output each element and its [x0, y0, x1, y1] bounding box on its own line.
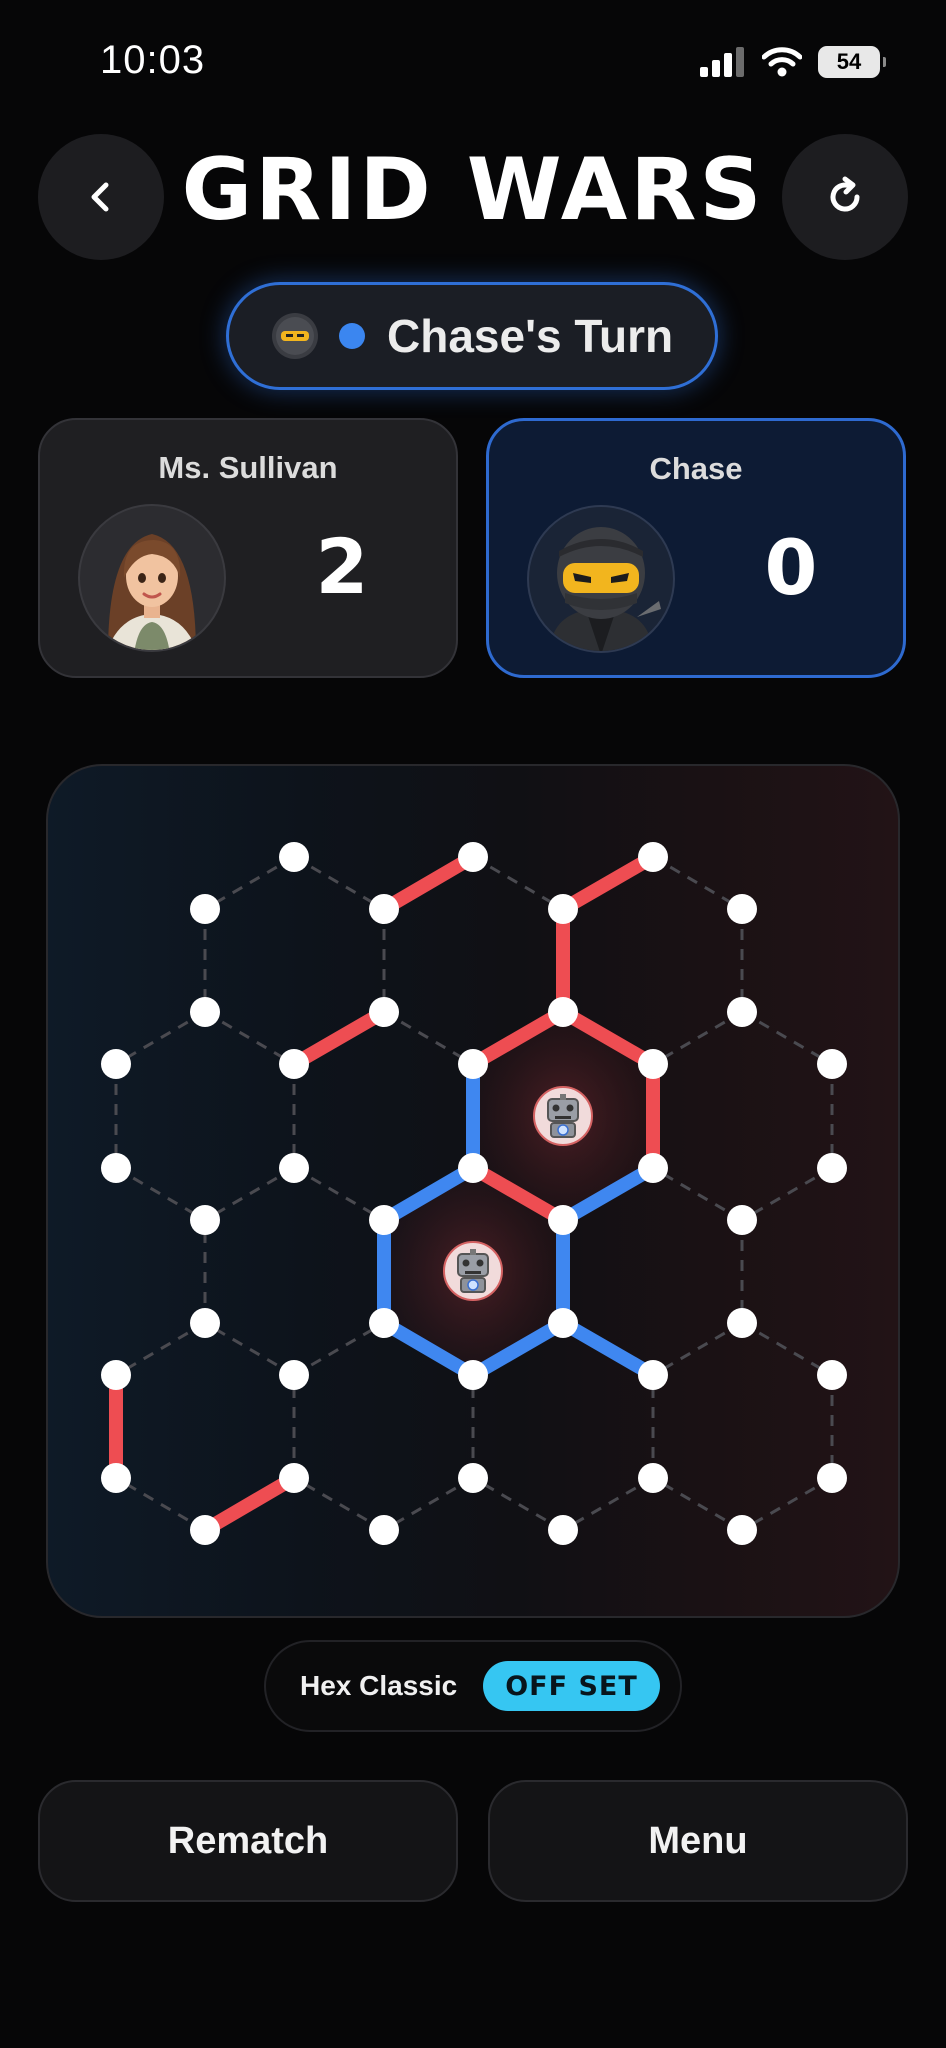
- back-button[interactable]: [38, 134, 164, 260]
- status-time: 10:03: [100, 38, 206, 82]
- woman-avatar: [78, 504, 226, 652]
- mode-badge[interactable]: OFF SET: [483, 1661, 660, 1711]
- game-mode-pill[interactable]: Hex Classic OFF SET: [264, 1640, 682, 1732]
- player-card-chase: Chase 0: [486, 418, 906, 678]
- page-title: GRID WARS: [181, 140, 765, 240]
- status-icons: 54: [700, 46, 886, 78]
- player-name: Chase: [649, 451, 743, 486]
- hex-grid[interactable]: [48, 766, 900, 1618]
- robot-icon: [533, 1086, 593, 1146]
- player-score: 2: [315, 522, 369, 611]
- chevron-left-icon: [91, 182, 109, 212]
- player-score: 0: [764, 523, 818, 612]
- battery-indicator: 54: [818, 46, 886, 78]
- ninja-avatar-small: [272, 313, 318, 359]
- ninja-avatar: [527, 505, 675, 653]
- robot-icon: [443, 1241, 503, 1301]
- turn-indicator: Chase's Turn: [226, 282, 718, 390]
- game-board[interactable]: [46, 764, 900, 1618]
- player-name: Ms. Sullivan: [158, 450, 338, 485]
- menu-button[interactable]: Menu: [488, 1780, 908, 1902]
- turn-color-dot: [339, 323, 365, 349]
- refresh-icon: [830, 176, 860, 212]
- turn-text: Chase's Turn: [387, 310, 674, 362]
- mode-label: Hex Classic: [300, 1670, 458, 1701]
- rematch-button[interactable]: Rematch: [38, 1780, 458, 1902]
- restart-button[interactable]: [782, 134, 908, 260]
- player-card-ms-sullivan: Ms. Sullivan 2: [38, 418, 458, 678]
- wifi-icon: [762, 47, 802, 77]
- signal-icon: [700, 47, 744, 77]
- status-bar: 10:03 54: [0, 0, 946, 120]
